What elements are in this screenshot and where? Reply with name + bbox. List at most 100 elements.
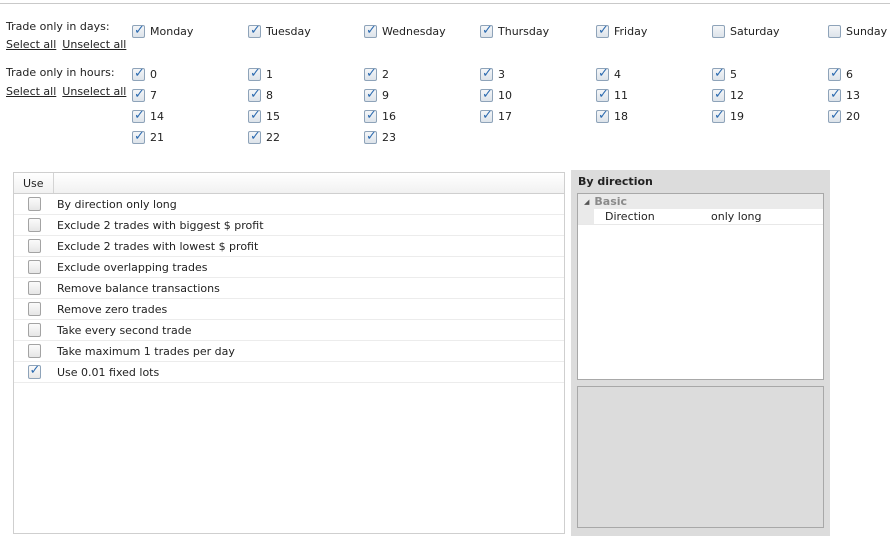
table-row[interactable]: Exclude 2 trades with biggest $ profit	[14, 215, 564, 236]
checked-checkbox-icon[interactable]	[132, 66, 145, 81]
unchecked-checkbox-icon[interactable]	[27, 344, 41, 358]
checked-checkbox-icon[interactable]	[132, 108, 145, 123]
checked-checkbox-icon[interactable]	[364, 129, 377, 144]
unchecked-checkbox-icon[interactable]	[27, 197, 41, 211]
hour-checkbox-3[interactable]: 3	[480, 66, 505, 82]
day-checkbox-saturday[interactable]: Saturday	[712, 23, 780, 39]
hour-checkbox-23[interactable]: 23	[364, 129, 396, 145]
table-row[interactable]: Remove balance transactions	[14, 278, 564, 299]
day-checkbox-thursday[interactable]: Thursday	[480, 23, 549, 39]
hour-checkbox-16[interactable]: 16	[364, 108, 396, 124]
hour-checkbox-22[interactable]: 22	[248, 129, 280, 145]
unchecked-checkbox-icon[interactable]	[27, 239, 41, 253]
checked-checkbox-icon[interactable]	[248, 66, 261, 81]
property-value[interactable]: only long	[711, 210, 762, 223]
hour-checkbox-17[interactable]: 17	[480, 108, 512, 124]
checked-checkbox-icon[interactable]	[364, 87, 377, 102]
hours-label: Trade only in hours:	[6, 66, 115, 79]
hours-select-all-link[interactable]: Select all	[6, 85, 56, 98]
day-checkbox-tuesday[interactable]: Tuesday	[248, 23, 311, 39]
hour-checkbox-2[interactable]: 2	[364, 66, 389, 82]
hour-checkbox-8[interactable]: 8	[248, 87, 273, 103]
property-group-basic[interactable]: ◢ Basic	[578, 194, 823, 209]
unchecked-checkbox-icon[interactable]	[27, 281, 41, 295]
hour-checkbox-12[interactable]: 12	[712, 87, 744, 103]
day-checkbox-friday[interactable]: Friday	[596, 23, 647, 39]
hour-checkbox-18[interactable]: 18	[596, 108, 628, 124]
property-description-box	[577, 386, 824, 528]
checked-checkbox-icon[interactable]	[712, 87, 725, 102]
table-row[interactable]: Remove zero trades	[14, 299, 564, 320]
checked-checkbox-icon[interactable]	[480, 66, 493, 81]
hour-checkbox-14[interactable]: 14	[132, 108, 164, 124]
hours-unselect-all-link[interactable]: Unselect all	[62, 85, 126, 98]
checked-checkbox-icon[interactable]	[248, 23, 261, 38]
top-separator	[0, 0, 890, 4]
table-row[interactable]: By direction only long	[14, 194, 564, 215]
hour-checkbox-9[interactable]: 9	[364, 87, 389, 103]
hour-checkbox-1[interactable]: 1	[248, 66, 273, 82]
table-row[interactable]: Exclude 2 trades with lowest $ profit	[14, 236, 564, 257]
hour-checkbox-4[interactable]: 4	[596, 66, 621, 82]
unchecked-checkbox-icon[interactable]	[712, 24, 725, 38]
table-row[interactable]: Take every second trade	[14, 320, 564, 341]
column-header-use[interactable]: Use	[14, 173, 54, 193]
hour-checkbox-13[interactable]: 13	[828, 87, 860, 103]
unchecked-checkbox-icon[interactable]	[27, 302, 41, 316]
checked-checkbox-icon[interactable]	[828, 66, 841, 81]
day-checkbox-sunday[interactable]: Sunday	[828, 23, 887, 39]
property-group-label: Basic	[594, 195, 628, 208]
checked-checkbox-icon[interactable]	[248, 129, 261, 144]
use-cell	[14, 302, 54, 316]
checkbox-label: 0	[150, 67, 157, 81]
checked-checkbox-icon[interactable]	[248, 87, 261, 102]
table-row[interactable]: Use 0.01 fixed lots	[14, 362, 564, 383]
unchecked-checkbox-icon[interactable]	[27, 323, 41, 337]
hour-checkbox-11[interactable]: 11	[596, 87, 628, 103]
hour-checkbox-7[interactable]: 7	[132, 87, 157, 103]
hour-checkbox-19[interactable]: 19	[712, 108, 744, 124]
checked-checkbox-icon[interactable]	[480, 87, 493, 102]
table-row[interactable]: Exclude overlapping trades	[14, 257, 564, 278]
checked-checkbox-icon[interactable]	[712, 66, 725, 81]
checked-checkbox-icon[interactable]	[596, 66, 609, 81]
checked-checkbox-icon[interactable]	[132, 129, 145, 144]
unchecked-checkbox-icon[interactable]	[828, 24, 841, 38]
hour-checkbox-0[interactable]: 0	[132, 66, 157, 82]
days-unselect-all-link[interactable]: Unselect all	[62, 38, 126, 51]
checked-checkbox-icon[interactable]	[364, 23, 377, 38]
hour-checkbox-5[interactable]: 5	[712, 66, 737, 82]
collapse-triangle-icon[interactable]: ◢	[584, 198, 589, 206]
hour-checkbox-20[interactable]: 20	[828, 108, 860, 124]
checked-checkbox-icon[interactable]	[364, 66, 377, 81]
day-checkbox-monday[interactable]: Monday	[132, 23, 193, 39]
checked-checkbox-icon[interactable]	[248, 108, 261, 123]
checkbox-label: 4	[614, 67, 621, 81]
checked-checkbox-icon[interactable]	[712, 108, 725, 123]
hour-checkbox-10[interactable]: 10	[480, 87, 512, 103]
use-cell	[14, 218, 54, 232]
checked-checkbox-icon[interactable]	[828, 87, 841, 102]
unchecked-checkbox-icon[interactable]	[27, 218, 41, 232]
checked-checkbox-icon[interactable]	[132, 87, 145, 102]
checked-checkbox-icon[interactable]	[828, 108, 841, 123]
hour-checkbox-15[interactable]: 15	[248, 108, 280, 124]
checked-checkbox-icon[interactable]	[364, 108, 377, 123]
day-checkbox-wednesday[interactable]: Wednesday	[364, 23, 446, 39]
hour-checkbox-21[interactable]: 21	[132, 129, 164, 145]
column-header-name[interactable]	[54, 173, 564, 193]
table-row[interactable]: Take maximum 1 trades per day	[14, 341, 564, 362]
checked-checkbox-icon[interactable]	[132, 23, 145, 38]
checked-checkbox-icon[interactable]	[596, 87, 609, 102]
checked-checkbox-icon[interactable]	[596, 23, 609, 38]
unchecked-checkbox-icon[interactable]	[27, 260, 41, 274]
hour-checkbox-6[interactable]: 6	[828, 66, 853, 82]
property-row-direction[interactable]: Direction only long	[578, 209, 823, 225]
checked-checkbox-icon[interactable]	[480, 23, 493, 38]
checkbox-label: Saturday	[730, 24, 780, 38]
checked-checkbox-icon[interactable]	[27, 363, 41, 379]
checkbox-label: 6	[846, 67, 853, 81]
checked-checkbox-icon[interactable]	[480, 108, 493, 123]
checked-checkbox-icon[interactable]	[596, 108, 609, 123]
days-select-all-link[interactable]: Select all	[6, 38, 56, 51]
